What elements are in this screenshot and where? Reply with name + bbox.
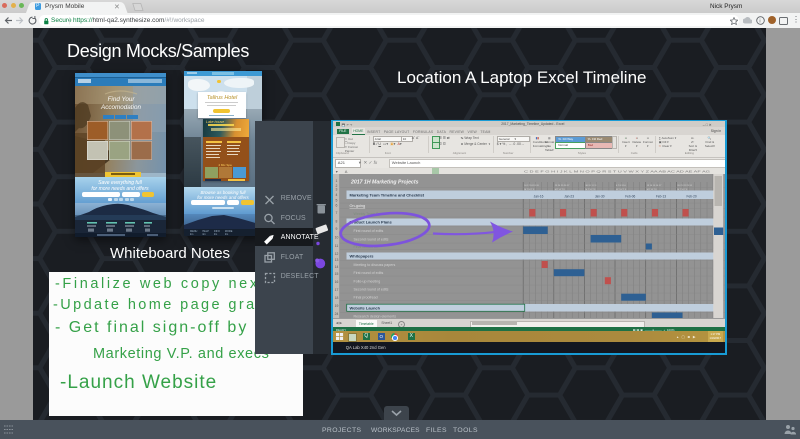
svg-text:13 14 15 16 17: 13 14 15 16 17 [646,185,661,187]
svg-text:Jan-16: Jan-16 [533,195,543,199]
svg-text:20 21 22 23 24: 20 21 22 23 24 [677,185,692,187]
svg-text:i: i [759,19,760,25]
svg-text:24: 24 [334,312,338,316]
svg-text:1: 1 [335,179,337,183]
svg-text:3: 3 [335,188,337,192]
svg-text:17: 17 [334,288,338,292]
svg-text:4: 4 [335,193,337,197]
svg-text:Follo-up meeting: Follo-up meeting [353,280,380,284]
svg-text:Feb-06: Feb-06 [625,195,635,199]
svg-text:16 17 18 19 20: 16 17 18 19 20 [524,185,539,187]
svg-text:C D E F G H I J K L M N O P Q: C D E F G H I J K L M N O P Q R S T U V … [524,170,710,174]
svg-text:2017 1H Marketing Projects: 2017 1H Marketing Projects [350,180,419,186]
svg-text:Feb-20: Feb-20 [686,195,696,199]
svg-text:16: 16 [334,280,338,284]
svg-text:Final proofread: Final proofread [353,296,377,300]
svg-text:19: 19 [334,304,338,308]
svg-text:Website Launch: Website Launch [349,306,380,311]
svg-text:Feb-13: Feb-13 [656,195,666,199]
svg-text:5: 5 [335,199,337,203]
svg-text:30 31 1 2 3: 30 31 1 2 3 [585,185,597,187]
svg-text:Jan-23: Jan-23 [564,195,574,199]
svg-text:Marketing Team Timeline and Ch: Marketing Team Timeline and Checklist [349,193,424,198]
svg-text:Jan-30: Jan-30 [595,195,605,199]
svg-text:6 7 8 9 10: 6 7 8 9 10 [616,185,627,187]
svg-text:Second round of edits: Second round of edits [353,288,388,292]
svg-text:18: 18 [334,296,338,300]
svg-text:23 24 25 26 27: 23 24 25 26 27 [555,185,570,187]
